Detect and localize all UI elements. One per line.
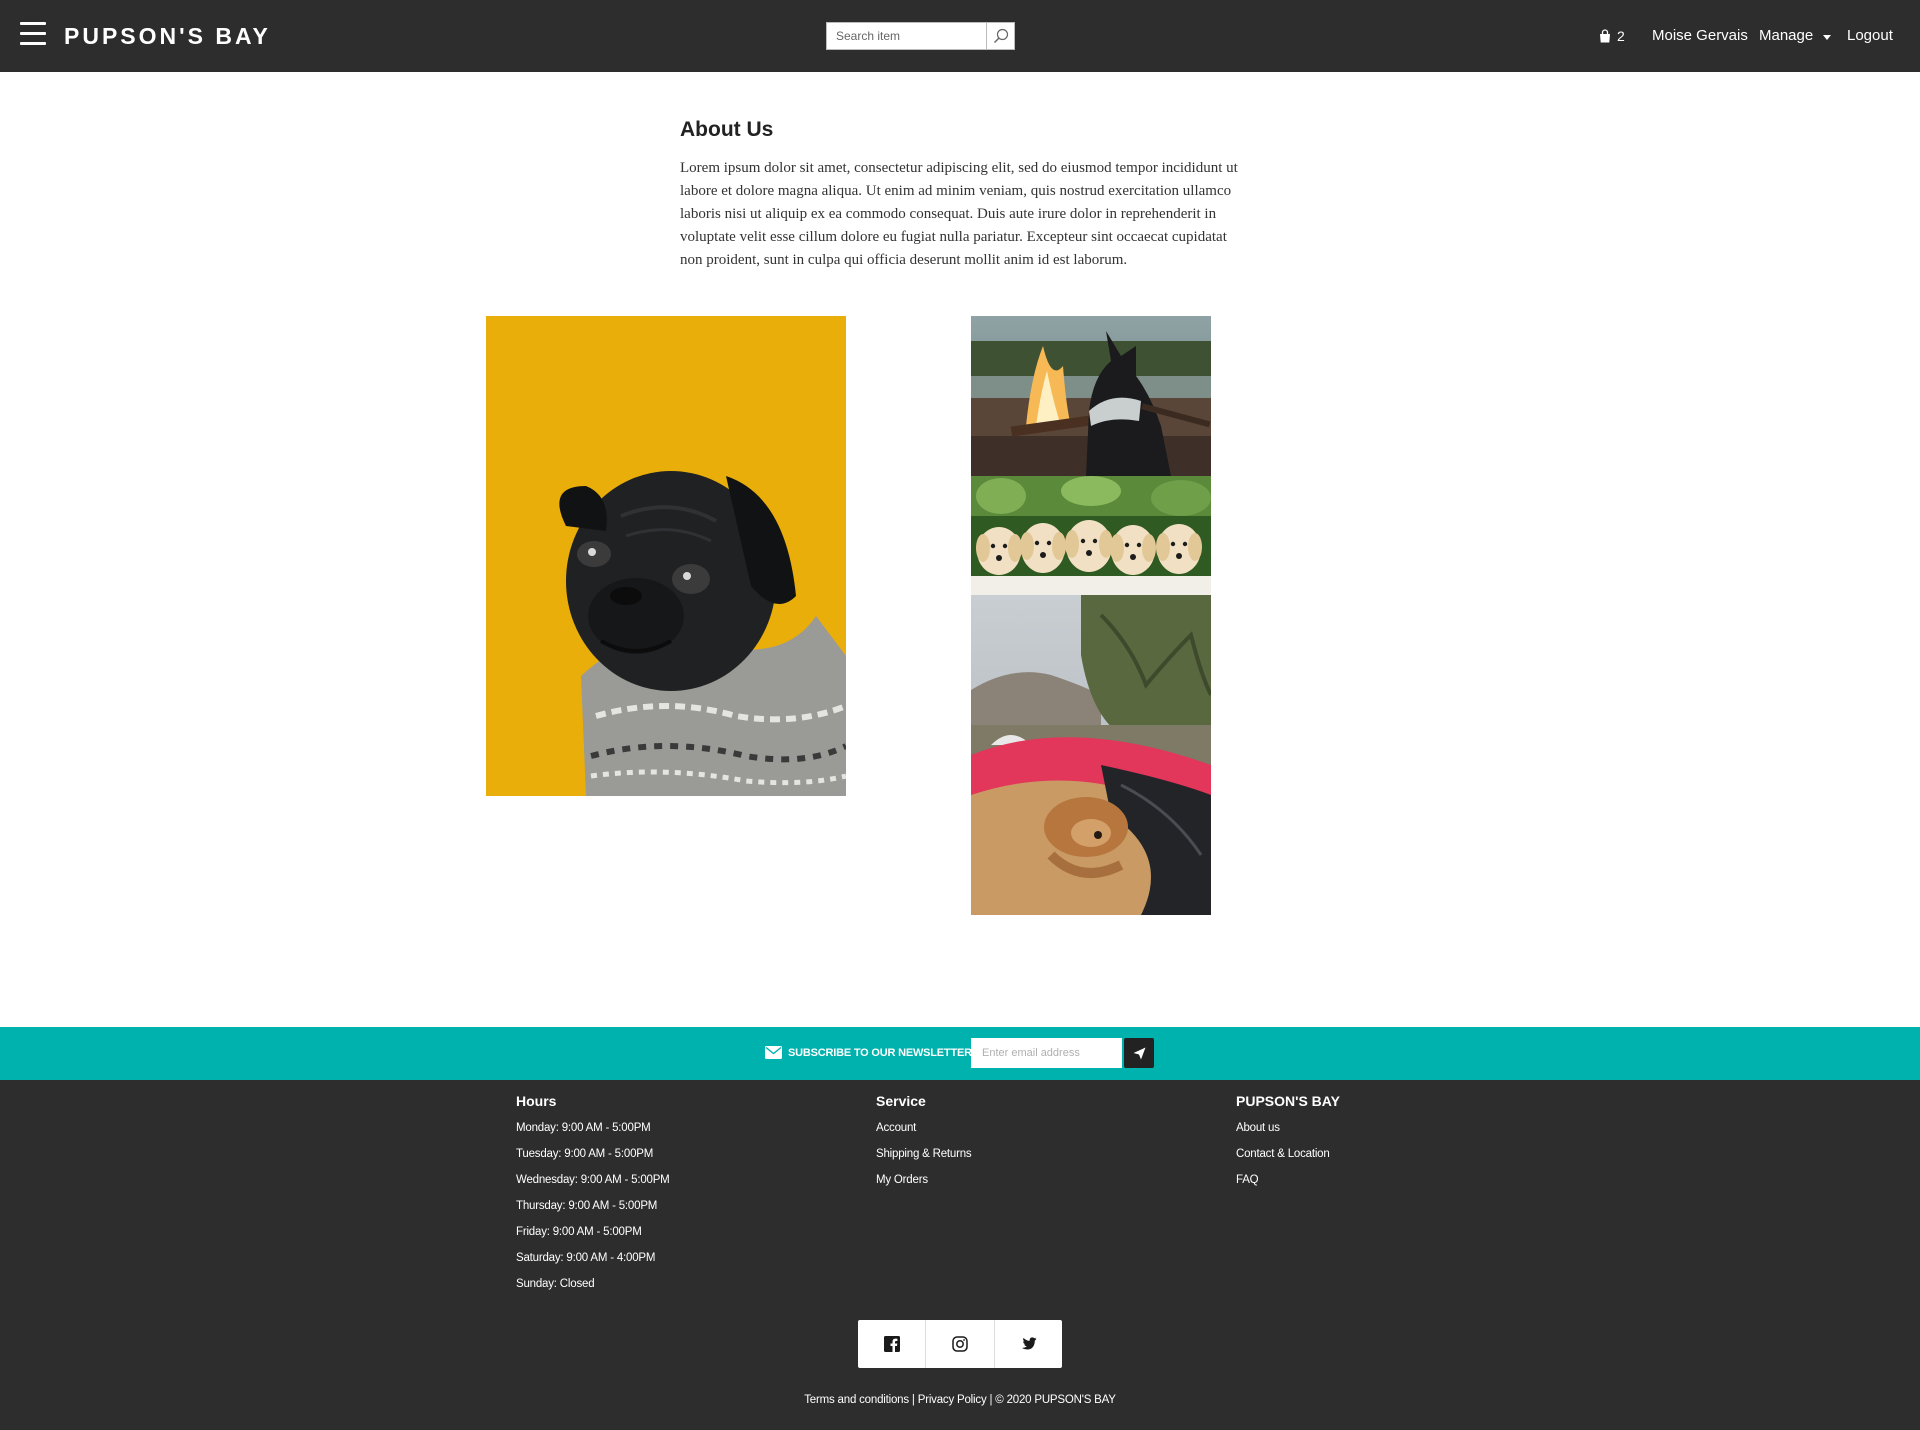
cart-count: 2 (1617, 28, 1625, 44)
hours-item: Sunday: Closed (516, 1278, 595, 1290)
manage-label: Manage (1759, 27, 1814, 44)
footer-link-shipping-returns[interactable]: Shipping & Returns (876, 1147, 1176, 1162)
newsletter-bar: SUBSCRIBE TO OUR NEWSLETTER (0, 1027, 1920, 1080)
manage-dropdown[interactable]: Manage (1759, 24, 1832, 48)
brand-column: PUPSON'S BAY About us Contact & Location… (1236, 1092, 1536, 1199)
search-icon (993, 28, 1008, 43)
hours-heading: Hours (516, 1093, 557, 1109)
newsletter-submit-button[interactable] (1124, 1038, 1154, 1068)
cart-button[interactable]: 2 (1598, 24, 1625, 48)
pug-photo (486, 316, 846, 796)
hammock-dog-photo (971, 595, 1211, 915)
user-name-link[interactable]: Moise Gervais (1652, 24, 1748, 48)
instagram-icon (952, 1336, 968, 1352)
footer-link-about-us[interactable]: About us (1236, 1121, 1536, 1136)
brand-logo[interactable]: PUPSON'S BAY (64, 22, 271, 50)
footer-link-faq[interactable]: FAQ (1236, 1173, 1536, 1188)
hours-item: Saturday: 9:00 AM - 4:00PM (516, 1252, 656, 1264)
hours-item: Monday: 9:00 AM - 5:00PM (516, 1122, 651, 1134)
search-box (826, 22, 1015, 50)
hours-item: Friday: 9:00 AM - 5:00PM (516, 1226, 642, 1238)
privacy-link[interactable]: Privacy Policy (918, 1394, 987, 1406)
puppies-photo (971, 476, 1211, 595)
newsletter-label: SUBSCRIBE TO OUR NEWSLETTER (788, 1047, 972, 1059)
twitter-button[interactable] (995, 1320, 1062, 1368)
search-input[interactable] (827, 23, 987, 49)
newsletter-email-input[interactable] (971, 1038, 1122, 1068)
campfire-dog-photo (971, 316, 1211, 476)
separator: | (989, 1394, 993, 1406)
separator: | (911, 1394, 915, 1406)
service-column: Service Account Shipping & Returns My Or… (876, 1092, 1176, 1199)
menu-icon[interactable] (20, 22, 46, 48)
facebook-icon (883, 1336, 900, 1352)
footer: Hours Monday: 9:00 AM - 5:00PM Tuesday: … (0, 1080, 1920, 1430)
brand-heading: PUPSON'S BAY (1236, 1093, 1340, 1109)
hours-item: Wednesday: 9:00 AM - 5:00PM (516, 1174, 670, 1186)
copyright: © 2020 PUPSON'S BAY (995, 1394, 1116, 1406)
shopping-bag-icon (1600, 29, 1610, 43)
envelope-icon (765, 1046, 782, 1059)
service-heading: Service (876, 1093, 926, 1109)
logout-link[interactable]: Logout (1847, 24, 1893, 48)
hours-item: Thursday: 9:00 AM - 5:00PM (516, 1200, 658, 1212)
send-icon (1133, 1047, 1145, 1059)
facebook-button[interactable] (858, 1320, 927, 1368)
search-button[interactable] (986, 23, 1014, 49)
terms-link[interactable]: Terms and conditions (804, 1394, 909, 1406)
about-description: Lorem ipsum dolor sit amet, consectetur … (680, 160, 1238, 268)
footer-link-my-orders[interactable]: My Orders (876, 1173, 1176, 1188)
social-links (858, 1320, 1062, 1368)
top-navbar: PUPSON'S BAY 2 Moise Gervais Manage Logo… (0, 0, 1920, 72)
page-title: About Us (680, 118, 774, 141)
footer-bottom-line: Terms and conditions | Privacy Policy | … (0, 1392, 1920, 1408)
footer-link-contact-location[interactable]: Contact & Location (1236, 1147, 1536, 1162)
twitter-icon (1021, 1337, 1037, 1350)
hours-column: Hours Monday: 9:00 AM - 5:00PM Tuesday: … (516, 1092, 816, 1303)
hours-item: Tuesday: 9:00 AM - 5:00PM (516, 1148, 654, 1160)
caret-down-icon (1823, 34, 1832, 40)
instagram-button[interactable] (926, 1320, 995, 1368)
footer-link-account[interactable]: Account (876, 1121, 1176, 1136)
